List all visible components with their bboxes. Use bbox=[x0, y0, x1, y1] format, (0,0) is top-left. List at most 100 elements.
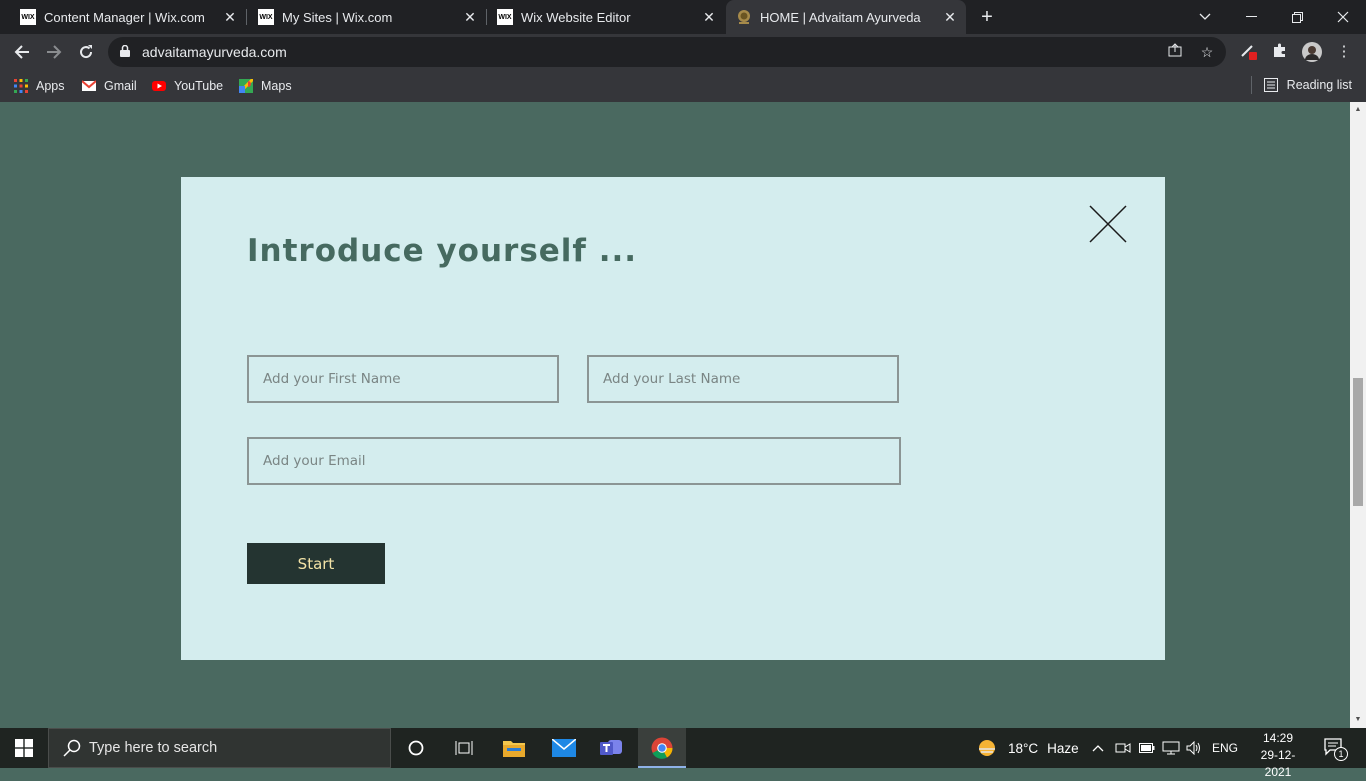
arrow-left-icon bbox=[14, 45, 29, 59]
bookmark-apps[interactable]: Apps bbox=[14, 76, 65, 96]
tab-search-button[interactable] bbox=[1182, 0, 1228, 34]
last-name-input[interactable] bbox=[589, 357, 897, 401]
minimize-icon bbox=[1245, 16, 1257, 17]
email-field[interactable] bbox=[247, 437, 901, 485]
scroll-up-arrow-icon[interactable]: ▲ bbox=[1354, 106, 1362, 114]
arrow-right-icon bbox=[47, 45, 62, 59]
network-icon[interactable] bbox=[1162, 728, 1180, 768]
browser-window: WIX Content Manager | Wix.com ✕ WIX My S… bbox=[0, 0, 1366, 102]
tab-home-advaitam[interactable]: HOME | Advaitam Ayurveda ✕ bbox=[726, 0, 966, 34]
bookmark-label: YouTube bbox=[174, 79, 224, 93]
volume-icon[interactable] bbox=[1186, 728, 1202, 768]
address-bar[interactable]: advaitamayurveda.com ☆ bbox=[108, 37, 1226, 67]
wix-icon: WIX bbox=[497, 9, 513, 25]
last-name-field[interactable] bbox=[587, 355, 899, 403]
meet-now-icon[interactable] bbox=[1115, 728, 1131, 768]
wix-icon: WIX bbox=[258, 9, 274, 25]
reading-list-icon bbox=[1263, 78, 1278, 92]
wix-icon: WIX bbox=[20, 9, 36, 25]
task-view-icon[interactable] bbox=[450, 734, 478, 762]
tab-content-manager[interactable]: WIX Content Manager | Wix.com ✕ bbox=[0, 0, 247, 34]
apps-grid-icon bbox=[14, 79, 28, 93]
reading-list-button[interactable]: Reading list bbox=[1250, 76, 1352, 94]
weather-widget[interactable]: 18°C Haze bbox=[976, 728, 1079, 768]
tab-my-sites[interactable]: WIX My Sites | Wix.com ✕ bbox=[238, 0, 487, 34]
close-tab-icon[interactable]: ✕ bbox=[222, 9, 238, 25]
bookmark-label: Apps bbox=[36, 79, 65, 93]
reload-button[interactable] bbox=[72, 38, 100, 66]
minimize-button[interactable] bbox=[1228, 0, 1274, 34]
tab-label: HOME | Advaitam Ayurveda bbox=[760, 9, 921, 25]
gmail-icon bbox=[82, 80, 96, 91]
search-placeholder: Type here to search bbox=[89, 740, 218, 756]
chevron-down-icon bbox=[1199, 13, 1211, 20]
restore-icon bbox=[1291, 11, 1303, 23]
url-text: advaitamayurveda.com bbox=[142, 44, 287, 60]
scroll-down-arrow-icon[interactable]: ▼ bbox=[1354, 716, 1362, 724]
email-input[interactable] bbox=[249, 439, 899, 483]
extension-pen-icon[interactable] bbox=[1238, 42, 1258, 62]
maps-icon bbox=[239, 79, 253, 93]
teams-icon[interactable] bbox=[598, 734, 626, 762]
notification-center-button[interactable]: 1 bbox=[1320, 736, 1350, 761]
share-icon[interactable] bbox=[1166, 43, 1184, 61]
taskbar-search-box[interactable]: Type here to search bbox=[48, 728, 391, 768]
back-button[interactable] bbox=[8, 38, 36, 66]
weather-haze-icon bbox=[979, 740, 995, 756]
close-tab-icon[interactable]: ✕ bbox=[462, 9, 478, 25]
tab-strip: WIX Content Manager | Wix.com ✕ WIX My S… bbox=[0, 0, 1366, 34]
chevron-up-icon bbox=[1092, 745, 1104, 752]
search-icon bbox=[63, 739, 81, 757]
forward-button[interactable] bbox=[40, 38, 68, 66]
advaitam-logo-icon bbox=[738, 10, 750, 24]
close-tab-icon[interactable]: ✕ bbox=[942, 9, 958, 25]
notification-badge: 1 bbox=[1334, 747, 1348, 761]
close-icon bbox=[1337, 11, 1349, 23]
bookmarks-bar: Apps Gmail YouTube Maps Reading list bbox=[0, 70, 1366, 102]
bookmark-label: Gmail bbox=[104, 79, 137, 93]
tab-label: Wix Website Editor bbox=[521, 9, 631, 25]
youtube-icon bbox=[152, 81, 166, 91]
modal-title: Introduce yourself ... bbox=[247, 233, 638, 269]
tab-wix-editor[interactable]: WIX Wix Website Editor ✕ bbox=[477, 0, 725, 34]
bookmark-separator bbox=[1250, 76, 1252, 94]
menu-kebab-icon[interactable]: ⋮ bbox=[1334, 42, 1354, 62]
cortana-icon[interactable] bbox=[402, 734, 430, 762]
battery-icon[interactable] bbox=[1139, 728, 1155, 768]
clock-time: 14:29 bbox=[1262, 731, 1294, 745]
close-tab-icon[interactable]: ✕ bbox=[701, 9, 717, 25]
clock[interactable]: 14:29 29-12-2021 bbox=[1250, 730, 1306, 779]
extensions-puzzle-icon[interactable] bbox=[1270, 42, 1290, 62]
close-icon[interactable] bbox=[1089, 205, 1127, 243]
bookmark-gmail[interactable]: Gmail bbox=[82, 76, 137, 96]
reload-icon bbox=[80, 45, 93, 59]
weather-temp: 18°C bbox=[1008, 740, 1039, 756]
bookmark-label: Maps bbox=[261, 79, 292, 93]
language-indicator[interactable]: ENG bbox=[1212, 728, 1238, 768]
bookmark-youtube[interactable]: YouTube bbox=[152, 76, 223, 96]
start-button[interactable]: Start bbox=[247, 543, 385, 584]
clock-date: 29-12-2021 bbox=[1260, 748, 1296, 779]
reading-list-label: Reading list bbox=[1286, 78, 1352, 92]
new-tab-button[interactable]: + bbox=[967, 0, 1007, 34]
show-hidden-icons[interactable] bbox=[1092, 728, 1104, 768]
bookmark-star-icon[interactable]: ☆ bbox=[1198, 43, 1216, 61]
lock-icon bbox=[120, 45, 130, 57]
first-name-input[interactable] bbox=[249, 357, 557, 401]
file-explorer-icon[interactable] bbox=[500, 734, 528, 762]
page-scrollbar[interactable]: ▲ ▼ bbox=[1350, 102, 1366, 728]
chrome-icon[interactable] bbox=[648, 734, 676, 762]
close-window-button[interactable] bbox=[1320, 0, 1366, 34]
restore-button[interactable] bbox=[1274, 0, 1320, 34]
page-background: Introduce yourself ... Start bbox=[0, 102, 1350, 728]
first-name-field[interactable] bbox=[247, 355, 559, 403]
bookmark-maps[interactable]: Maps bbox=[239, 76, 292, 96]
tab-label: My Sites | Wix.com bbox=[282, 9, 393, 25]
start-button[interactable] bbox=[0, 728, 48, 768]
weather-text: Haze bbox=[1047, 740, 1079, 756]
introduce-modal: Introduce yourself ... Start bbox=[181, 177, 1165, 660]
browser-toolbar: advaitamayurveda.com ☆ ⋮ bbox=[0, 34, 1366, 70]
mail-icon[interactable] bbox=[550, 734, 578, 762]
profile-avatar[interactable] bbox=[1302, 42, 1322, 62]
scrollbar-thumb[interactable] bbox=[1353, 378, 1363, 506]
